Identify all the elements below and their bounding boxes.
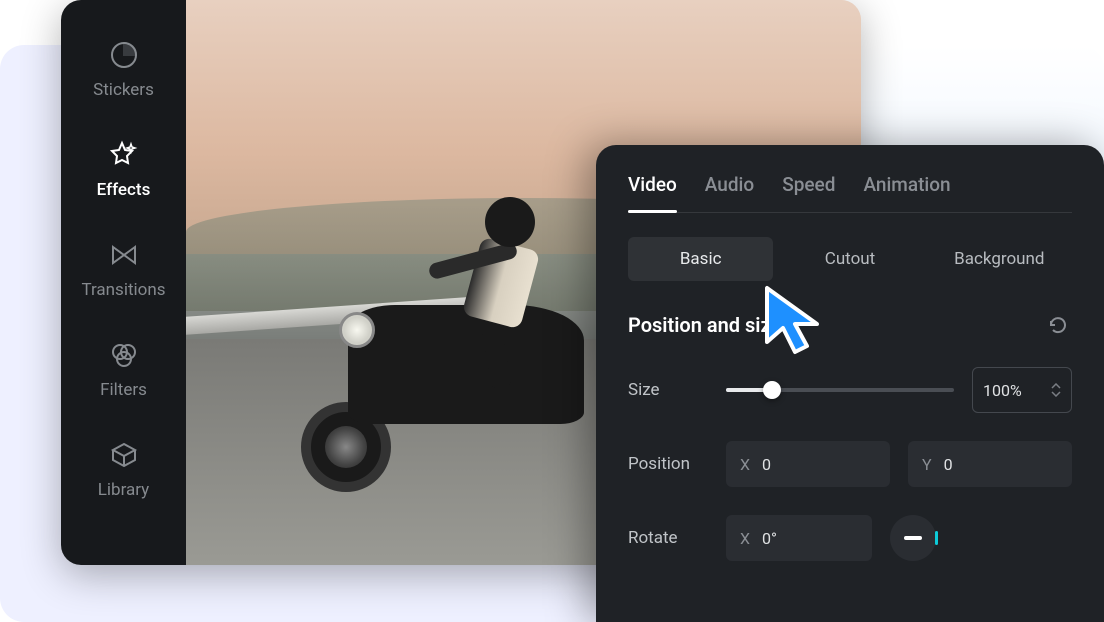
x-prefix: X bbox=[740, 529, 750, 548]
properties-panel: Video Audio Speed Animation Basic Cutout… bbox=[596, 145, 1104, 622]
section-header: Position and size bbox=[628, 311, 1072, 339]
sidebar-item-label: Effects bbox=[97, 180, 151, 200]
sidebar-item-label: Transitions bbox=[81, 280, 165, 300]
library-icon bbox=[109, 440, 139, 470]
subtab-background[interactable]: Background bbox=[927, 237, 1072, 281]
y-prefix: Y bbox=[922, 455, 932, 474]
transitions-icon bbox=[109, 240, 139, 270]
tab-audio[interactable]: Audio bbox=[705, 173, 754, 212]
rotate-x-input[interactable]: X 0° bbox=[726, 515, 872, 561]
sidebar-item-filters[interactable]: Filters bbox=[61, 320, 186, 420]
position-y-value: 0 bbox=[944, 455, 953, 474]
sidebar-item-label: Filters bbox=[100, 380, 147, 400]
sidebar-item-label: Stickers bbox=[93, 80, 154, 100]
rotate-dial[interactable] bbox=[890, 515, 936, 561]
position-x-value: 0 bbox=[762, 455, 771, 474]
size-value-input[interactable]: 100% bbox=[972, 367, 1072, 413]
sidebar-item-effects[interactable]: Effects bbox=[61, 120, 186, 220]
size-row: Size 100% bbox=[628, 367, 1072, 413]
size-value: 100% bbox=[983, 381, 1022, 400]
tab-video[interactable]: Video bbox=[628, 173, 677, 212]
position-x-input[interactable]: X 0 bbox=[726, 441, 890, 487]
tab-speed[interactable]: Speed bbox=[782, 173, 835, 212]
rotate-x-value: 0° bbox=[762, 529, 777, 548]
sidebar: Stickers Effects Transitions bbox=[61, 0, 186, 565]
size-slider-thumb[interactable] bbox=[763, 381, 781, 399]
sidebar-item-stickers[interactable]: Stickers bbox=[61, 20, 186, 120]
reset-button[interactable] bbox=[1044, 311, 1072, 339]
stickers-icon bbox=[109, 40, 139, 70]
stepper-icon[interactable] bbox=[1051, 368, 1065, 412]
x-prefix: X bbox=[740, 455, 750, 474]
sidebar-item-transitions[interactable]: Transitions bbox=[61, 220, 186, 320]
rotate-label: Rotate bbox=[628, 528, 708, 548]
properties-tabs: Video Audio Speed Animation bbox=[628, 173, 1072, 213]
size-label: Size bbox=[628, 380, 708, 400]
tab-animation[interactable]: Animation bbox=[863, 173, 950, 212]
rotate-row: Rotate X 0° bbox=[628, 515, 1072, 561]
position-label: Position bbox=[628, 454, 708, 474]
sub-tabs: Basic Cutout Background bbox=[628, 237, 1072, 281]
effects-icon bbox=[109, 140, 139, 170]
size-slider[interactable] bbox=[726, 388, 954, 392]
subtab-basic[interactable]: Basic bbox=[628, 237, 773, 281]
section-title: Position and size bbox=[628, 313, 781, 337]
sidebar-item-label: Library bbox=[98, 480, 149, 500]
position-row: Position X 0 Y 0 bbox=[628, 441, 1072, 487]
filters-icon bbox=[109, 340, 139, 370]
sidebar-item-library[interactable]: Library bbox=[61, 420, 186, 520]
position-y-input[interactable]: Y 0 bbox=[908, 441, 1072, 487]
subtab-cutout[interactable]: Cutout bbox=[777, 237, 922, 281]
